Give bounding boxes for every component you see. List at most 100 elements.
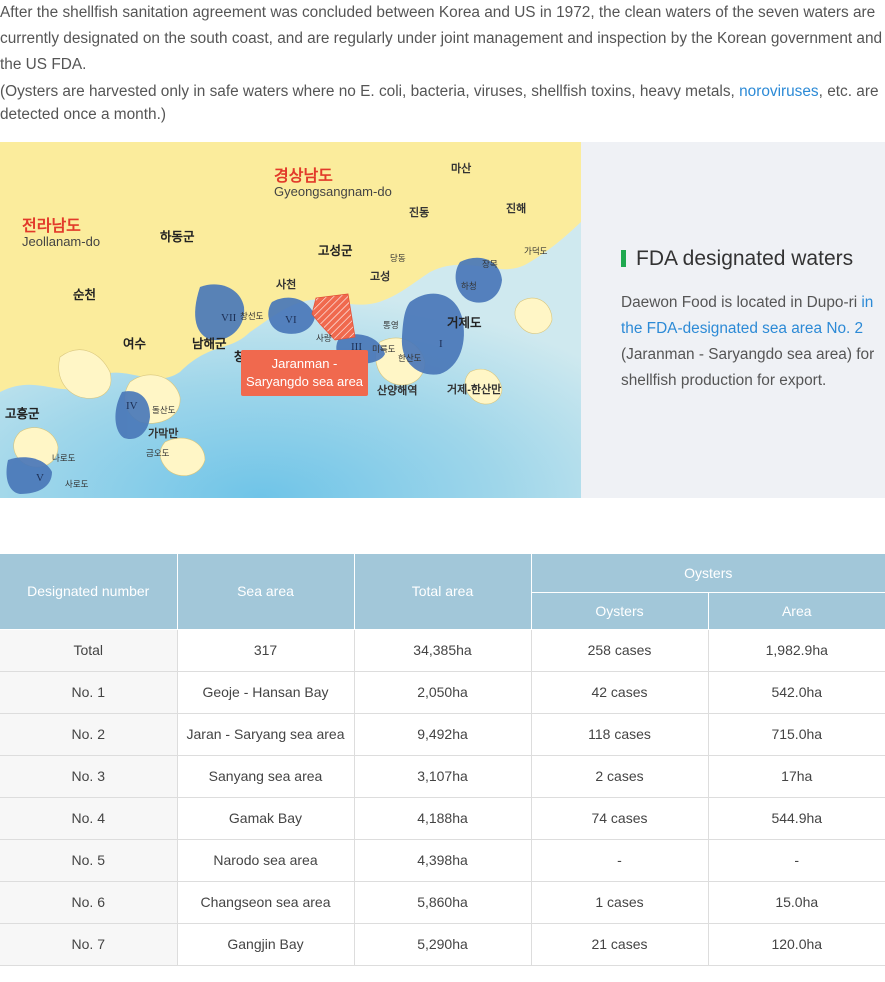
fda-info: FDA designated waters Daewon Food is loc…: [621, 248, 885, 394]
cell-oysters: 21 cases: [531, 923, 709, 966]
cell-sea-area: Narodo sea area: [177, 839, 355, 882]
hansando-label: 한산도: [398, 353, 422, 363]
cell-area: 544.9ha: [708, 797, 885, 840]
cell-total-area: 2,050ha: [354, 671, 532, 714]
saryang-label: 사량: [316, 333, 332, 343]
cell-designated-number: Total: [0, 629, 178, 672]
cell-total-area: 3,107ha: [354, 755, 532, 798]
cell-oysters: 2 cases: [531, 755, 709, 798]
jangmok-label: 장목: [482, 259, 498, 269]
intro-paragraph: After the shellfish sanitation agreement…: [0, 4, 883, 73]
hacheong-label: 하청: [461, 281, 477, 291]
cell-total-area: 4,188ha: [354, 797, 532, 840]
geoje-label: 거제도: [447, 316, 482, 330]
gyeongsang-label-ko: 경상남도: [274, 168, 333, 185]
yeosu-label: 여수: [123, 337, 147, 351]
cell-total-area: 5,290ha: [354, 923, 532, 966]
table-row: No. 6 Changseon sea area 5,860ha 1 cases…: [0, 881, 885, 924]
table-row: No. 3 Sanyang sea area 3,107ha 2 cases 1…: [0, 755, 885, 798]
intro-note: (Oysters are harvested only in safe wate…: [0, 80, 885, 126]
fda-title: FDA designated waters: [621, 248, 885, 270]
jaranman-callout: Jaranman - Saryangdo sea area: [241, 350, 368, 396]
sacheon-label: 사천: [276, 279, 297, 291]
cell-sea-area: Changseon sea area: [177, 881, 355, 924]
cell-oysters: -: [531, 839, 709, 882]
cell-designated-number: No. 2: [0, 713, 178, 756]
masan-label: 마산: [451, 163, 472, 175]
narodo-label: 나로도: [52, 453, 76, 463]
mireukdo-label: 미륵도: [372, 344, 396, 354]
hadong-label: 하동군: [160, 230, 195, 244]
zone-i-label: I: [439, 338, 443, 350]
header-designated-number: Designated number: [0, 554, 178, 630]
cell-designated-number: No. 4: [0, 797, 178, 840]
norovirus-link[interactable]: noroviruses: [739, 83, 819, 100]
sea-area-map: 경상남도 Gyeongsangnam-do 전라남도 Jeollanam-do …: [0, 142, 581, 498]
cell-designated-number: No. 5: [0, 839, 178, 882]
cell-sea-area: Jaran - Saryang sea area: [177, 713, 355, 756]
jindong-label: 진동: [409, 207, 430, 219]
header-total-area: Total area: [354, 554, 532, 630]
cell-designated-number: No. 7: [0, 923, 178, 966]
cell-oysters: 118 cases: [531, 713, 709, 756]
goseong-label: 고성: [370, 271, 391, 283]
header-sea-area: Sea area: [177, 554, 355, 630]
cell-oysters: 74 cases: [531, 797, 709, 840]
fda-desc-start: Daewon Food is located in Dupo-ri: [621, 294, 862, 311]
cell-designated-number: No. 6: [0, 881, 178, 924]
jeolla-label-ko: 전라남도: [22, 218, 81, 235]
suncheon-label: 순천: [73, 288, 97, 302]
gadeokdo-label: 가덕도: [524, 246, 548, 256]
table-row: No. 5 Narodo sea area 4,398ha - -: [0, 839, 885, 882]
cell-oysters: 258 cases: [531, 629, 709, 672]
cell-designated-number: No. 1: [0, 671, 178, 714]
zone-iv-label: IV: [126, 400, 138, 412]
gamakman-label: 가막만: [148, 428, 179, 440]
namhae-label: 남해군: [192, 337, 227, 351]
changseondo-label: 창선도: [240, 311, 264, 321]
cell-total-area: 34,385ha: [354, 629, 532, 672]
cell-sea-area: Sanyang sea area: [177, 755, 355, 798]
zone-v-label: V: [36, 472, 44, 484]
cell-total-area: 5,860ha: [354, 881, 532, 924]
cell-sea-area: 317: [177, 629, 355, 672]
sea-area-table: Designated number Sea area Total area Oy…: [0, 554, 885, 966]
cell-area: 715.0ha: [708, 713, 885, 756]
cell-area: 120.0ha: [708, 923, 885, 966]
sarodo-label: 사로도: [65, 479, 89, 489]
zone-vii-label: VII: [221, 312, 237, 324]
cell-total-area: 9,492ha: [354, 713, 532, 756]
cell-oysters: 1 cases: [531, 881, 709, 924]
cell-designated-number: No. 3: [0, 755, 178, 798]
zone-vi-label: VI: [285, 314, 297, 326]
dolsando-label: 돌산도: [152, 405, 176, 415]
tongyeong-label: 통영: [383, 320, 399, 330]
designated-water-shape: [195, 284, 245, 341]
table-row: No. 2 Jaran - Saryang sea area 9,492ha 1…: [0, 713, 885, 756]
designated-waters-table: Designated number Sea area Total area Oy…: [0, 554, 885, 966]
table-row: No. 1 Geoje - Hansan Bay 2,050ha 42 case…: [0, 671, 885, 714]
fda-description: Daewon Food is located in Dupo-ri in the…: [621, 290, 885, 394]
cell-sea-area: Gangjin Bay: [177, 923, 355, 966]
header-area: Area: [708, 592, 885, 630]
goheung-label: 고흥군: [5, 407, 40, 421]
header-oysters: Oysters: [531, 592, 709, 630]
cell-oysters: 42 cases: [531, 671, 709, 714]
cell-sea-area: Geoje - Hansan Bay: [177, 671, 355, 714]
intro-note-start: (Oysters are harvested only in safe wate…: [0, 83, 740, 100]
cell-area: 15.0ha: [708, 881, 885, 924]
gyeongsang-label-en: Gyeongsangnam-do: [274, 184, 392, 199]
intro-text: After the shellfish sanitation agreement…: [0, 0, 885, 126]
cell-sea-area: Gamak Bay: [177, 797, 355, 840]
goseong-gun-label: 고성군: [318, 244, 353, 258]
sanyang-label: 산양해역: [377, 385, 418, 397]
cell-area: 17ha: [708, 755, 885, 798]
dangdong-label: 당동: [390, 253, 406, 263]
callout-line-1: Jaranman -: [271, 356, 338, 371]
map-section: 경상남도 Gyeongsangnam-do 전라남도 Jeollanam-do …: [0, 142, 885, 498]
jinhae-label: 진해: [506, 203, 527, 215]
cell-area: 542.0ha: [708, 671, 885, 714]
cell-area: 1,982.9ha: [708, 629, 885, 672]
table-row: Total 317 34,385ha 258 cases 1,982.9ha: [0, 629, 885, 672]
cell-total-area: 4,398ha: [354, 839, 532, 882]
